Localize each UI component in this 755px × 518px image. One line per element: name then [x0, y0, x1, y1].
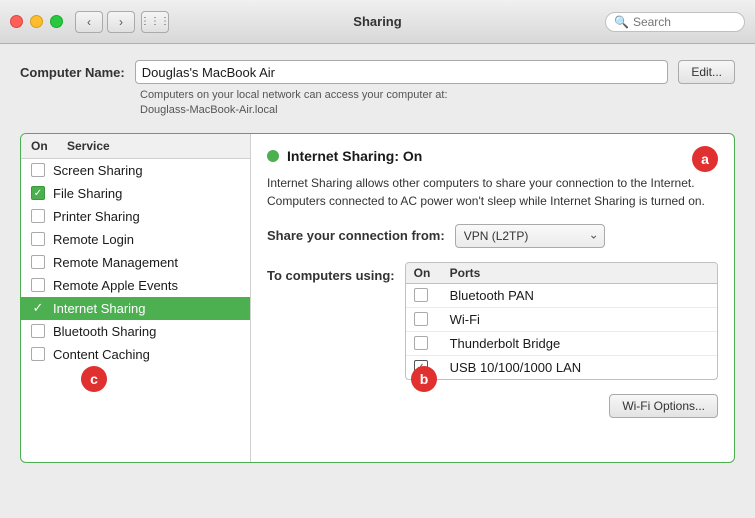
computer-name-sub-line2: Douglass-MacBook-Air.local [140, 104, 278, 116]
grid-button[interactable]: ⋮⋮⋮ [141, 11, 169, 33]
annotation-b: b [411, 366, 437, 392]
computer-name-row: Computer Name: Edit... [20, 60, 735, 84]
port-row-bluetooth-pan[interactable]: Bluetooth PAN [406, 284, 717, 308]
bottom-area: On Service Screen Sharing ✓ File Sharing… [20, 133, 735, 463]
ports-table-header: On Ports [406, 263, 717, 284]
detail-title: Internet Sharing: On [287, 148, 422, 164]
detail-panel: a Internet Sharing: On Internet Sharing … [251, 134, 734, 462]
wifi-options-button[interactable]: Wi-Fi Options... [609, 394, 718, 418]
computer-name-label: Computer Name: [20, 65, 125, 80]
usb-lan-label: USB 10/100/1000 LAN [450, 360, 582, 375]
back-button[interactable]: ‹ [75, 11, 103, 33]
computer-name-input[interactable] [135, 60, 669, 84]
bluetooth-pan-checkbox[interactable] [414, 288, 428, 302]
port-row-wifi[interactable]: Wi-Fi [406, 308, 717, 332]
service-item-file-sharing[interactable]: ✓ File Sharing [21, 182, 250, 205]
printer-sharing-checkbox[interactable] [31, 209, 45, 223]
search-input[interactable] [633, 15, 736, 29]
share-from-label: Share your connection from: [267, 228, 445, 243]
services-header-on: On [31, 139, 67, 153]
share-from-select[interactable]: VPN (L2TP) [455, 224, 605, 248]
screen-sharing-checkbox[interactable] [31, 163, 45, 177]
bluetooth-sharing-label: Bluetooth Sharing [53, 324, 156, 339]
file-sharing-checkbox[interactable]: ✓ [31, 186, 45, 200]
ports-section: To computers using: On Ports Bluetooth P… [267, 262, 718, 380]
to-computers-label: To computers using: [267, 268, 395, 283]
file-sharing-label: File Sharing [53, 186, 122, 201]
minimize-button[interactable] [30, 15, 43, 28]
main-content: Computer Name: Edit... Computers on your… [0, 44, 755, 473]
service-item-internet-sharing[interactable]: ✓ Internet Sharing [21, 297, 250, 320]
forward-button[interactable]: › [107, 11, 135, 33]
maximize-button[interactable] [50, 15, 63, 28]
annotation-a: a [692, 146, 718, 172]
wifi-options-row: Wi-Fi Options... [267, 394, 718, 418]
wifi-label: Wi-Fi [450, 312, 480, 327]
thunderbolt-checkbox[interactable] [414, 336, 428, 350]
services-header: On Service [21, 134, 250, 159]
internet-sharing-checkbox[interactable]: ✓ [31, 301, 45, 315]
service-item-screen-sharing[interactable]: Screen Sharing [21, 159, 250, 182]
wifi-checkbox-wrapper[interactable] [414, 312, 450, 326]
service-item-remote-login[interactable]: Remote Login [21, 228, 250, 251]
service-item-remote-management[interactable]: Remote Management [21, 251, 250, 274]
thunderbolt-checkbox-wrapper[interactable] [414, 336, 450, 350]
services-header-service: Service [67, 139, 110, 153]
screen-sharing-label: Screen Sharing [53, 163, 143, 178]
search-icon: 🔍 [614, 15, 629, 29]
wifi-checkbox[interactable] [414, 312, 428, 326]
service-item-content-caching[interactable]: Content Caching [21, 343, 250, 366]
annotation-c: c [81, 366, 107, 392]
computer-name-sub-line1: Computers on your local network can acce… [140, 89, 448, 101]
ports-table: On Ports Bluetooth PAN [405, 262, 718, 380]
thunderbolt-label: Thunderbolt Bridge [450, 336, 561, 351]
internet-sharing-label: Internet Sharing [53, 301, 146, 316]
ports-header-ports: Ports [450, 266, 481, 280]
edit-button[interactable]: Edit... [678, 60, 735, 84]
bluetooth-pan-checkbox-wrapper[interactable] [414, 288, 450, 302]
port-row-thunderbolt[interactable]: Thunderbolt Bridge [406, 332, 717, 356]
remote-apple-events-label: Remote Apple Events [53, 278, 178, 293]
computer-name-sub: Computers on your local network can acce… [140, 88, 735, 119]
services-list: On Service Screen Sharing ✓ File Sharing… [21, 134, 251, 462]
share-from-select-wrapper[interactable]: VPN (L2TP) [455, 224, 605, 248]
bluetooth-pan-label: Bluetooth PAN [450, 288, 534, 303]
service-item-printer-sharing[interactable]: Printer Sharing [21, 205, 250, 228]
share-from-row: Share your connection from: VPN (L2TP) [267, 224, 718, 248]
remote-management-checkbox[interactable] [31, 255, 45, 269]
detail-description: Internet Sharing allows other computers … [267, 174, 718, 210]
close-button[interactable] [10, 15, 23, 28]
printer-sharing-label: Printer Sharing [53, 209, 140, 224]
content-caching-checkbox[interactable] [31, 347, 45, 361]
bluetooth-sharing-checkbox[interactable] [31, 324, 45, 338]
window-title: Sharing [353, 14, 401, 29]
service-item-remote-apple-events[interactable]: Remote Apple Events [21, 274, 250, 297]
remote-login-label: Remote Login [53, 232, 134, 247]
traffic-lights [10, 15, 63, 28]
remote-login-checkbox[interactable] [31, 232, 45, 246]
content-caching-label: Content Caching [53, 347, 150, 362]
port-row-usb-lan[interactable]: ✓ USB 10/100/1000 LAN [406, 356, 717, 379]
remote-management-label: Remote Management [53, 255, 178, 270]
detail-title-row: Internet Sharing: On [267, 148, 718, 164]
service-item-bluetooth-sharing[interactable]: Bluetooth Sharing [21, 320, 250, 343]
ports-header-on: On [414, 266, 450, 280]
search-box[interactable]: 🔍 [605, 12, 745, 32]
remote-apple-events-checkbox[interactable] [31, 278, 45, 292]
titlebar: ‹ › ⋮⋮⋮ Sharing 🔍 [0, 0, 755, 44]
status-dot [267, 150, 279, 162]
nav-buttons: ‹ › [75, 11, 135, 33]
